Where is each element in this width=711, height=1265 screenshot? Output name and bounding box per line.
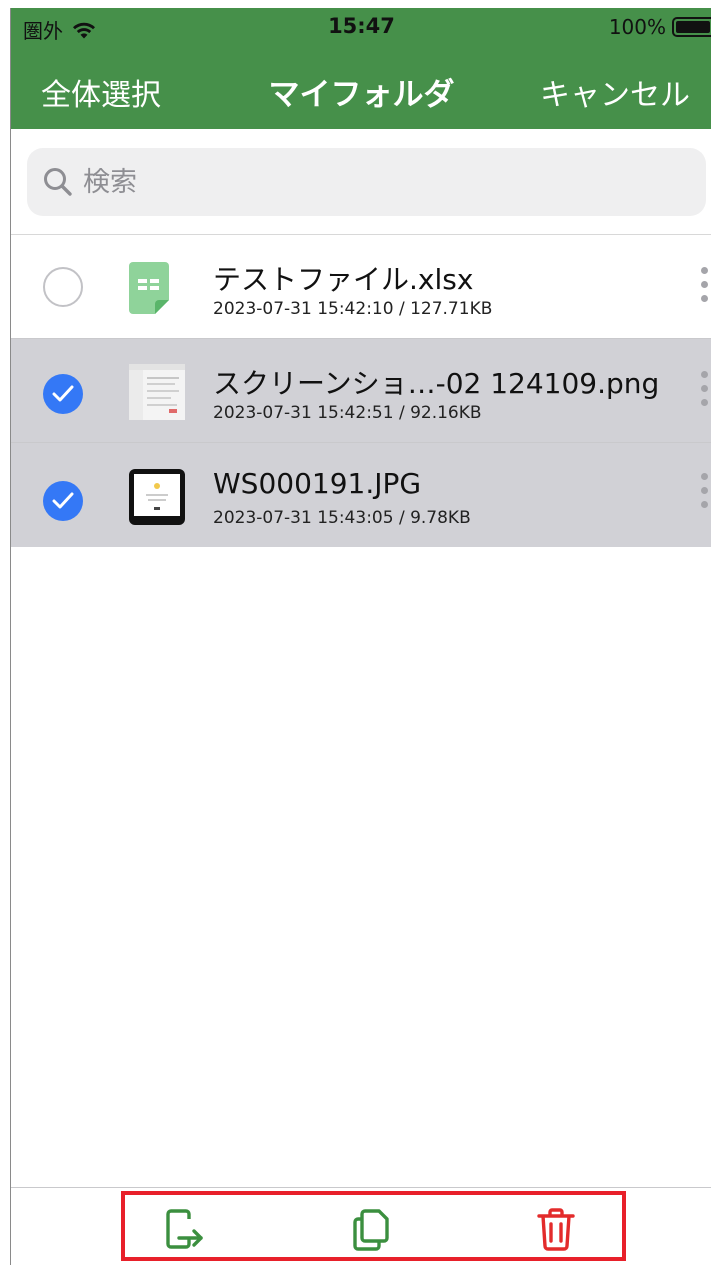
file-meta: 2023-07-31 15:42:51 / 92.16KB — [213, 403, 482, 423]
navigation-bar: 全体選択 マイフォルダ キャンセル — [11, 60, 711, 120]
file-meta: 2023-07-31 15:42:10 / 127.71KB — [213, 299, 493, 319]
more-options-icon[interactable] — [700, 371, 708, 406]
checked-circle-icon[interactable] — [43, 374, 83, 414]
copy-icon[interactable] — [347, 1205, 395, 1253]
move-out-icon[interactable] — [161, 1205, 209, 1253]
search-bar[interactable] — [27, 148, 706, 216]
status-bar: 圏外 15:47 100% — [11, 8, 711, 48]
bottom-toolbar — [121, 1191, 626, 1261]
search-icon — [44, 168, 72, 196]
battery-icon — [672, 17, 711, 37]
file-name: テストファイル.xlsx — [213, 263, 474, 296]
file-name: スクリーンショ…-02 124109.png — [213, 367, 660, 400]
header: 圏外 15:47 100% 全体選択 マイフォルダ キャンセル — [11, 8, 711, 129]
screenshot-thumbnail-icon — [129, 364, 185, 420]
search-input[interactable] — [83, 166, 683, 198]
excel-file-icon — [129, 262, 169, 314]
more-options-icon[interactable] — [700, 473, 708, 508]
battery-group: 100% — [609, 15, 711, 39]
trash-icon[interactable] — [532, 1205, 580, 1253]
cancel-button[interactable]: キャンセル — [540, 70, 690, 114]
left-margin — [0, 0, 10, 1265]
unchecked-circle-icon[interactable] — [43, 267, 83, 307]
file-row[interactable]: WS000191.JPG 2023-07-31 15:43:05 / 9.78K… — [11, 443, 711, 547]
file-list: テストファイル.xlsx 2023-07-31 15:42:10 / 127.7… — [11, 235, 711, 547]
file-meta: 2023-07-31 15:43:05 / 9.78KB — [213, 508, 471, 528]
status-time: 15:47 — [328, 14, 395, 38]
toolbar-divider — [11, 1187, 711, 1188]
image-thumbnail-icon — [129, 469, 185, 525]
more-options-icon[interactable] — [700, 267, 708, 302]
app-screen: 圏外 15:47 100% 全体選択 マイフォルダ キャンセル 検索 テストファ… — [10, 8, 711, 1265]
file-name: WS000191.JPG — [213, 467, 422, 500]
checked-circle-icon[interactable] — [43, 481, 83, 521]
file-row[interactable]: スクリーンショ…-02 124109.png 2023-07-31 15:42:… — [11, 339, 711, 443]
file-row[interactable]: テストファイル.xlsx 2023-07-31 15:42:10 / 127.7… — [11, 235, 711, 339]
battery-percent: 100% — [608, 15, 666, 39]
